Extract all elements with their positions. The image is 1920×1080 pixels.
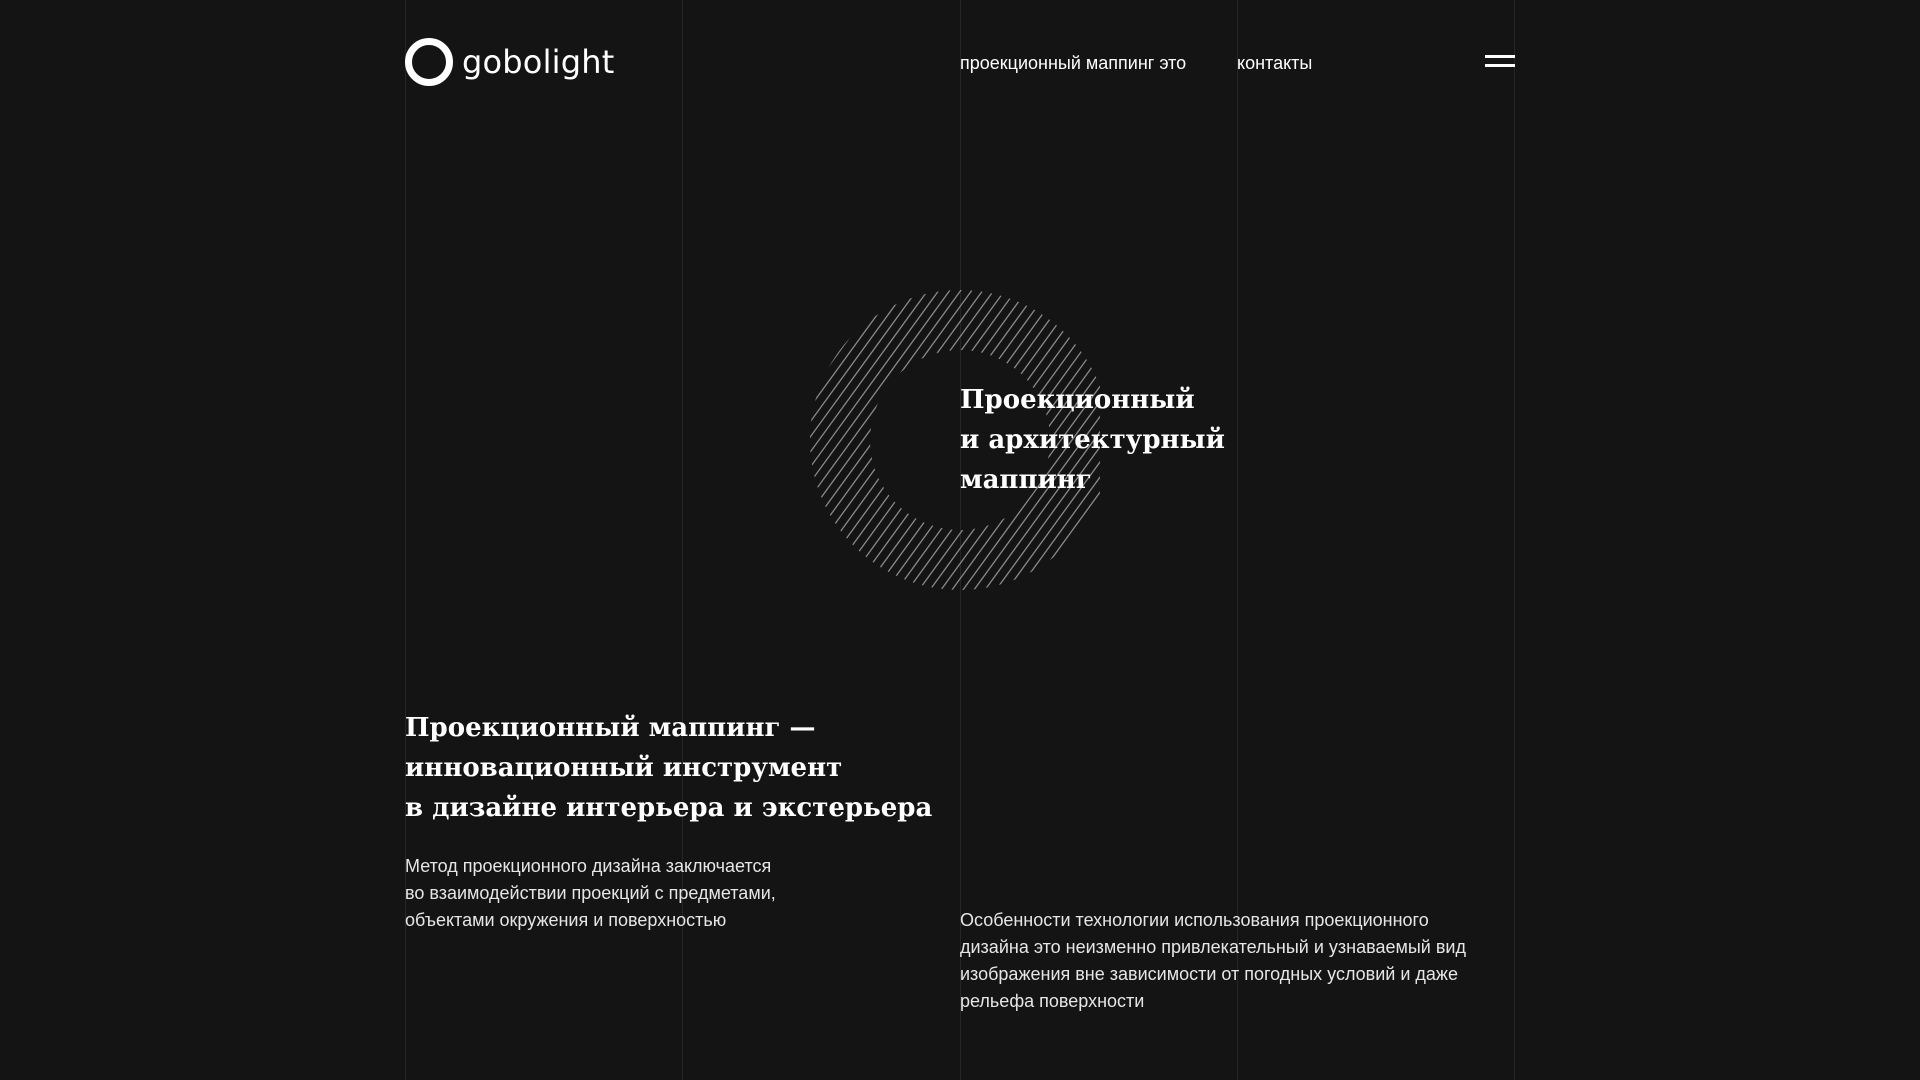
hatch-line (809, 290, 833, 590)
hatch-line (809, 290, 965, 590)
hatch-line (809, 290, 888, 590)
hatch-line (809, 290, 844, 590)
intro-paragraph: Метод проекционного дизайна заключается … (405, 856, 776, 930)
ring-logo-icon (405, 38, 453, 86)
hatch-line (809, 290, 822, 590)
hatch-line (809, 290, 855, 590)
hero-title: Проекционный и архитектурный маппинг (960, 385, 1225, 495)
hatch-line (809, 290, 987, 590)
nav-link-mapping[interactable]: проекционный маппинг это (960, 52, 1186, 74)
site-header: gobolight проекционный маппинг это конта… (405, 38, 1515, 90)
grid-line (1514, 0, 1515, 1080)
logo-link[interactable]: gobolight (405, 38, 615, 86)
hatch-line (809, 290, 811, 590)
hatch-line (809, 290, 910, 590)
hatch-line (809, 290, 866, 590)
hamburger-menu-icon[interactable] (1485, 55, 1515, 71)
nav-link-contacts[interactable]: контакты (1237, 52, 1312, 74)
features-paragraph: Особенности технологии использования про… (960, 910, 1466, 1011)
hatch-line (809, 290, 921, 590)
brand-name: gobolight (462, 43, 615, 81)
section-title: Проекционный маппинг — инновационный инс… (405, 713, 933, 823)
